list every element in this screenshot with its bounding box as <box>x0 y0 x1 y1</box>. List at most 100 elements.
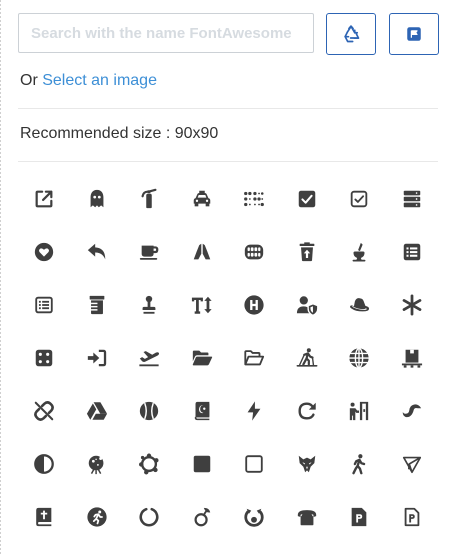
icon-option[interactable] <box>228 331 281 384</box>
asterisk-icon <box>402 293 422 316</box>
search-input[interactable] <box>18 13 314 53</box>
deploydog-icon <box>244 508 264 527</box>
flag-button[interactable] <box>389 13 439 55</box>
heart-circle-icon <box>35 242 54 261</box>
globe-icon <box>348 347 370 368</box>
icon-option[interactable] <box>281 225 334 278</box>
icon-option[interactable] <box>386 437 439 490</box>
icon-option[interactable] <box>18 490 71 543</box>
icon-option[interactable] <box>386 384 439 437</box>
select-image-line: Or Select an image <box>20 72 157 90</box>
product-hunt-file-icon <box>351 507 367 526</box>
icon-option[interactable] <box>228 437 281 490</box>
skiing-nordic-icon <box>296 347 318 367</box>
icon-option[interactable] <box>123 172 176 225</box>
mendeley-icon <box>194 507 210 526</box>
icon-option[interactable] <box>176 331 229 384</box>
text-height-icon <box>191 296 212 314</box>
ghost-icon <box>90 189 104 207</box>
pied-piper-hat-icon <box>402 403 421 417</box>
icon-option[interactable] <box>281 490 334 543</box>
divider <box>18 108 438 109</box>
icon-option[interactable] <box>333 172 386 225</box>
icon-option[interactable] <box>228 172 281 225</box>
icon-option[interactable] <box>123 278 176 331</box>
icon-option[interactable] <box>228 384 281 437</box>
icon-option[interactable] <box>333 278 386 331</box>
mortar-pestle-icon <box>352 242 366 261</box>
icon-option[interactable] <box>281 172 334 225</box>
google-drive-icon <box>86 401 107 420</box>
icon-option[interactable] <box>18 437 71 490</box>
icon-option[interactable] <box>71 384 124 437</box>
icon-option[interactable] <box>228 225 281 278</box>
icon-option[interactable] <box>333 437 386 490</box>
icon-option[interactable] <box>123 225 176 278</box>
redo-icon <box>298 401 316 420</box>
icon-option[interactable] <box>176 278 229 331</box>
icon-option[interactable] <box>281 278 334 331</box>
icon-option[interactable] <box>123 331 176 384</box>
icon-option[interactable] <box>281 331 334 384</box>
recycle-icon <box>344 25 360 43</box>
braille-icon <box>244 191 265 206</box>
icon-option[interactable] <box>123 490 176 543</box>
walking-icon <box>352 453 366 474</box>
folder-open-outline-icon <box>244 349 265 365</box>
icon-option[interactable] <box>18 331 71 384</box>
dice-icon <box>36 349 53 366</box>
flag-icon <box>407 27 421 41</box>
taxi-icon <box>193 190 210 206</box>
icon-option[interactable] <box>333 490 386 543</box>
circle-notch-icon <box>139 507 159 527</box>
icon-option[interactable] <box>176 384 229 437</box>
reply-icon <box>87 243 105 259</box>
redhat-icon <box>350 297 370 311</box>
icon-option[interactable] <box>71 225 124 278</box>
person-booth-icon <box>350 401 369 420</box>
icon-option[interactable] <box>176 225 229 278</box>
icon-option[interactable] <box>18 172 71 225</box>
plane-departure-icon <box>139 350 160 366</box>
icon-option[interactable] <box>228 278 281 331</box>
icon-option[interactable] <box>386 225 439 278</box>
icon-option[interactable] <box>333 225 386 278</box>
icon-option[interactable] <box>333 331 386 384</box>
unlink-icon <box>34 400 55 421</box>
icon-option[interactable] <box>71 437 124 490</box>
icon-option[interactable] <box>18 278 71 331</box>
icon-option[interactable] <box>71 172 124 225</box>
bolt-icon <box>247 400 261 421</box>
telegram-plane-icon <box>402 456 421 473</box>
recycle-button[interactable] <box>326 13 376 55</box>
icon-option[interactable] <box>18 225 71 278</box>
icon-option[interactable] <box>386 172 439 225</box>
trash-restore-icon <box>299 241 315 261</box>
icon-option[interactable] <box>281 384 334 437</box>
icon-option[interactable] <box>176 172 229 225</box>
icon-option[interactable] <box>333 384 386 437</box>
icon-option[interactable] <box>228 490 281 543</box>
icon-option[interactable] <box>18 384 71 437</box>
icon-option[interactable] <box>386 278 439 331</box>
check-square-icon <box>298 190 315 207</box>
icon-option[interactable] <box>71 278 124 331</box>
icon-option[interactable] <box>386 331 439 384</box>
teeth-icon <box>245 244 264 259</box>
icon-option[interactable] <box>281 437 334 490</box>
icon-option[interactable] <box>71 490 124 543</box>
fire-extinguisher-icon <box>141 188 157 208</box>
check-square-outline-icon <box>351 190 368 207</box>
pallet-boxes-icon <box>401 349 422 368</box>
icon-option[interactable] <box>123 384 176 437</box>
icon-option[interactable] <box>123 437 176 490</box>
hospital-symbol-icon <box>244 294 264 315</box>
icon-option[interactable] <box>386 490 439 543</box>
square-outline-icon <box>245 454 263 473</box>
panel-edge <box>0 0 1 554</box>
icon-option[interactable] <box>71 331 124 384</box>
bible-icon <box>36 507 52 526</box>
select-image-link[interactable]: Select an image <box>42 72 157 89</box>
icon-option[interactable] <box>176 490 229 543</box>
icon-option[interactable] <box>176 437 229 490</box>
